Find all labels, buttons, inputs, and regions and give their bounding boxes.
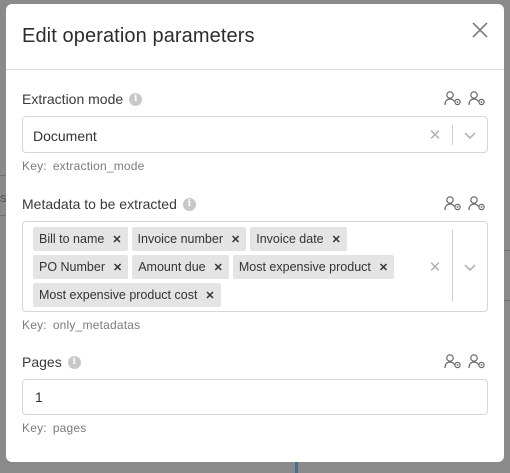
tag-remove-icon[interactable]: ✕ — [214, 261, 223, 274]
user-gear-icon[interactable] — [468, 90, 486, 106]
extraction-mode-field: Extraction mode i Document ✕ Key: extrac… — [22, 88, 488, 173]
metadata-tag: Invoice number ✕ — [131, 227, 247, 251]
select-divider — [452, 125, 453, 145]
modal-title: Edit operation parameters — [22, 25, 255, 47]
chevron-down-icon[interactable] — [463, 263, 477, 273]
pages-input[interactable] — [22, 379, 488, 415]
backdrop-divider — [504, 300, 510, 301]
pages-field: Pages i Key:pages — [22, 351, 488, 435]
tag-remove-icon[interactable]: ✕ — [205, 289, 214, 302]
extraction-mode-label: Extraction mode — [22, 91, 124, 107]
metadata-field: Metadata to be extracted i Bill to name … — [22, 193, 488, 332]
metadata-tag: Most expensive product ✕ — [232, 255, 395, 279]
metadata-tag: Bill to name ✕ — [33, 227, 128, 251]
info-icon[interactable]: i — [129, 92, 143, 106]
modal-header: Edit operation parameters — [6, 4, 504, 70]
user-gear-icon[interactable] — [468, 353, 486, 369]
close-icon[interactable] — [470, 20, 490, 40]
metadata-tag: PO Number ✕ — [33, 255, 129, 279]
extraction-mode-select[interactable]: Document ✕ — [22, 116, 488, 153]
user-gear-icon[interactable] — [444, 195, 462, 211]
user-gear-icon[interactable] — [444, 90, 462, 106]
metadata-key: Key: only_metadatas — [22, 318, 141, 332]
metadata-label: Metadata to be extracted — [22, 196, 177, 212]
tag-remove-icon[interactable]: ✕ — [332, 233, 341, 246]
extraction-mode-value: Document — [33, 128, 97, 144]
pages-key: Key: pages — [22, 421, 87, 435]
pages-label: Pages — [22, 354, 62, 370]
tag-remove-icon[interactable]: ✕ — [112, 233, 121, 246]
metadata-tag: Most expensive product cost ✕ — [33, 283, 221, 307]
select-divider — [452, 230, 453, 302]
clear-icon[interactable]: ✕ — [428, 126, 442, 144]
metadata-multiselect[interactable]: Bill to name ✕ Invoice number ✕ Invoice da… — [22, 221, 488, 312]
tag-remove-icon[interactable]: ✕ — [231, 233, 240, 246]
metadata-tag: Amount due ✕ — [132, 255, 229, 279]
chevron-down-icon[interactable] — [463, 131, 477, 141]
info-icon[interactable]: i — [182, 197, 196, 211]
edit-parameters-modal: Edit operation parameters Extraction mod… — [6, 4, 504, 462]
user-gear-icon[interactable] — [468, 195, 486, 211]
extraction-mode-key: Key: extraction_mode — [22, 159, 145, 173]
backdrop-divider — [504, 250, 510, 251]
metadata-tag: Invoice date ✕ — [250, 227, 347, 251]
metadata-tags: Bill to name ✕ Invoice number ✕ Invoice da… — [33, 227, 433, 311]
tag-remove-icon[interactable]: ✕ — [379, 261, 388, 274]
backdrop-connector — [295, 462, 298, 473]
user-gear-icon[interactable] — [444, 353, 462, 369]
clear-icon[interactable]: ✕ — [428, 258, 442, 276]
info-icon[interactable]: i — [67, 355, 81, 369]
tag-remove-icon[interactable]: ✕ — [113, 261, 122, 274]
